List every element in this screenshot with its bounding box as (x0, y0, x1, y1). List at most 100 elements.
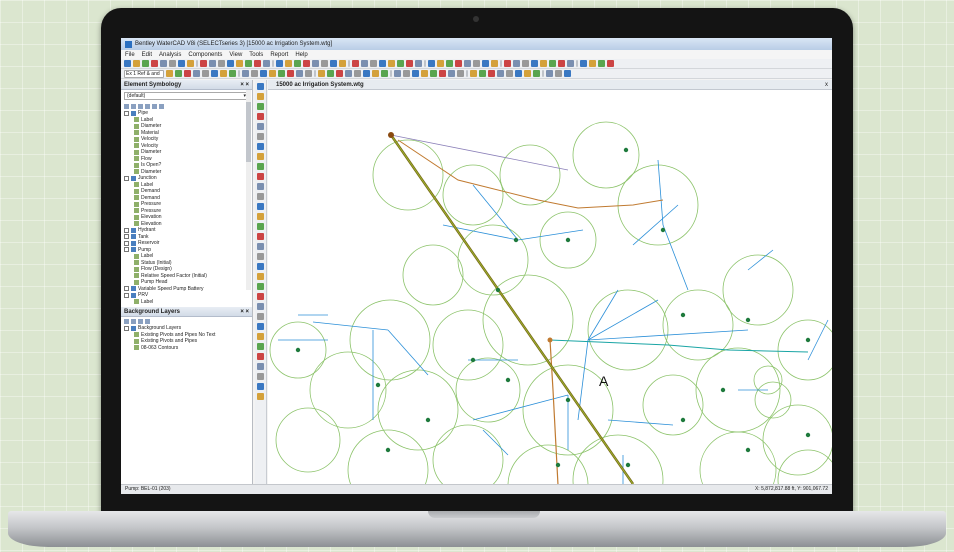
drawing-tool-icon[interactable] (257, 163, 264, 170)
toolbar-tool-icon[interactable] (533, 70, 540, 77)
toolbar-tool-icon[interactable] (142, 60, 149, 67)
toolbar-tool-icon[interactable] (598, 60, 605, 67)
toolbar-tool-icon[interactable] (549, 60, 556, 67)
drawing-tool-icon[interactable] (257, 373, 264, 380)
panel-close-icon[interactable]: × × (240, 307, 249, 316)
menu-item-edit[interactable]: Edit (142, 52, 152, 58)
drawing-tool-icon[interactable] (257, 133, 264, 140)
junction-node[interactable] (375, 382, 381, 388)
drawing-tool-icon[interactable] (257, 193, 264, 200)
drawing-tool-icon[interactable] (257, 323, 264, 330)
drawing-tool-icon[interactable] (257, 383, 264, 390)
rename-icon[interactable] (138, 103, 143, 109)
close-tab-icon[interactable]: x (825, 80, 828, 90)
symbology-scrollbar[interactable] (246, 90, 251, 290)
checkbox[interactable] (124, 286, 129, 292)
toolbar-tool-icon[interactable] (133, 60, 140, 67)
toolbar-tool-icon[interactable] (379, 60, 386, 67)
toolbar-tool-icon[interactable] (169, 60, 176, 67)
junction-node[interactable] (745, 447, 751, 453)
toolbar-tool-icon[interactable] (470, 70, 477, 77)
delete-icon[interactable] (131, 103, 136, 109)
junction-node[interactable] (385, 447, 391, 453)
menu-item-file[interactable]: File (125, 52, 135, 58)
toolbar-tool-icon[interactable] (263, 60, 270, 67)
drawing-tool-icon[interactable] (257, 263, 264, 270)
toolbar-tool-icon[interactable] (229, 70, 236, 77)
drawing-tool-icon[interactable] (257, 353, 264, 360)
toolbar-tool-icon[interactable] (403, 70, 410, 77)
drawing-tool-icon[interactable] (257, 103, 264, 110)
drawing-tool-icon[interactable] (257, 143, 264, 150)
toolbar-tool-icon[interactable] (363, 70, 370, 77)
menu-item-components[interactable]: Components (188, 52, 222, 58)
toolbar-tool-icon[interactable] (330, 60, 337, 67)
toolbar-tool-icon[interactable] (276, 60, 283, 67)
drawing-tool-icon[interactable] (257, 243, 264, 250)
toolbar-tool-icon[interactable] (254, 60, 261, 67)
toolbar-tool-icon[interactable] (524, 70, 531, 77)
junction-node[interactable] (295, 347, 301, 353)
drawing-tool-icon[interactable] (257, 183, 264, 190)
toolbar-tool-icon[interactable] (515, 70, 522, 77)
checkbox[interactable] (124, 247, 129, 253)
junction-node[interactable] (623, 147, 629, 153)
junction-node[interactable] (660, 227, 666, 233)
junction-node[interactable] (505, 377, 511, 383)
toolbar-tool-icon[interactable] (166, 70, 173, 77)
drawing-tool-icon[interactable] (257, 293, 264, 300)
toolbar-tool-icon[interactable] (589, 60, 596, 67)
toolbar-tool-icon[interactable] (540, 60, 547, 67)
toolbar-tool-icon[interactable] (546, 70, 553, 77)
network-canvas[interactable]: A (268, 90, 832, 494)
toolbar-tool-icon[interactable] (430, 70, 437, 77)
toolbar-tool-icon[interactable] (312, 60, 319, 67)
toolbar-tool-icon[interactable] (354, 70, 361, 77)
junction-node[interactable] (495, 287, 501, 293)
toolbar-tool-icon[interactable] (151, 60, 158, 67)
move-down-icon[interactable] (159, 103, 164, 109)
toolbar-tool-icon[interactable] (580, 60, 587, 67)
drawing-tool-icon[interactable] (257, 343, 264, 350)
toolbar-tool-icon[interactable] (522, 60, 529, 67)
tree-item[interactable]: Label (124, 299, 252, 306)
toolbar-tool-icon[interactable] (242, 70, 249, 77)
toolbar-tool-icon[interactable] (220, 70, 227, 77)
toolbar-tool-icon[interactable] (272, 60, 274, 67)
tree-item[interactable]: 08-063 Contours (124, 345, 252, 352)
toolbar-tool-icon[interactable] (251, 70, 258, 77)
junction-node[interactable] (805, 432, 811, 438)
toolbar-tool-icon[interactable] (238, 70, 240, 77)
toolbar-tool-icon[interactable] (287, 70, 294, 77)
toolbar-tool-icon[interactable] (531, 60, 538, 67)
toolbar-tool-icon[interactable] (439, 70, 446, 77)
toolbar-tool-icon[interactable] (466, 70, 468, 77)
remove-layer-icon[interactable] (131, 318, 136, 324)
up-icon[interactable] (145, 318, 150, 324)
toolbar-tool-icon[interactable] (327, 70, 334, 77)
drawing-tool-icon[interactable] (257, 313, 264, 320)
toolbar-tool-icon[interactable] (370, 60, 377, 67)
drawing-tool-icon[interactable] (257, 83, 264, 90)
drawing-tool-icon[interactable] (257, 123, 264, 130)
drawing-tool-icon[interactable] (257, 153, 264, 160)
checkbox[interactable] (124, 292, 129, 298)
toolbar-tool-icon[interactable] (567, 60, 574, 67)
drawing-tool-icon[interactable] (257, 93, 264, 100)
toolbar-tool-icon[interactable] (497, 70, 504, 77)
toolbar-tool-icon[interactable] (555, 70, 562, 77)
toolbar-tool-icon[interactable] (506, 70, 513, 77)
toolbar-tool-icon[interactable] (428, 60, 435, 67)
toolbar-tool-icon[interactable] (124, 60, 131, 67)
toolbar-tool-icon[interactable] (236, 60, 243, 67)
junction-node[interactable] (680, 312, 686, 318)
toolbar-tool-icon[interactable] (381, 70, 388, 77)
drawing-tab[interactable]: 15000 ac Irrigation System.wtg x (268, 80, 832, 90)
drawing-tool-icon[interactable] (257, 303, 264, 310)
checkbox[interactable] (124, 325, 129, 331)
toolbar-tool-icon[interactable] (415, 60, 422, 67)
scenario-select[interactable]: Ex 1 Ref & and (124, 69, 164, 78)
add-icon[interactable] (124, 103, 129, 109)
menu-item-analysis[interactable]: Analysis (159, 52, 181, 58)
drawing-tool-icon[interactable] (257, 233, 264, 240)
